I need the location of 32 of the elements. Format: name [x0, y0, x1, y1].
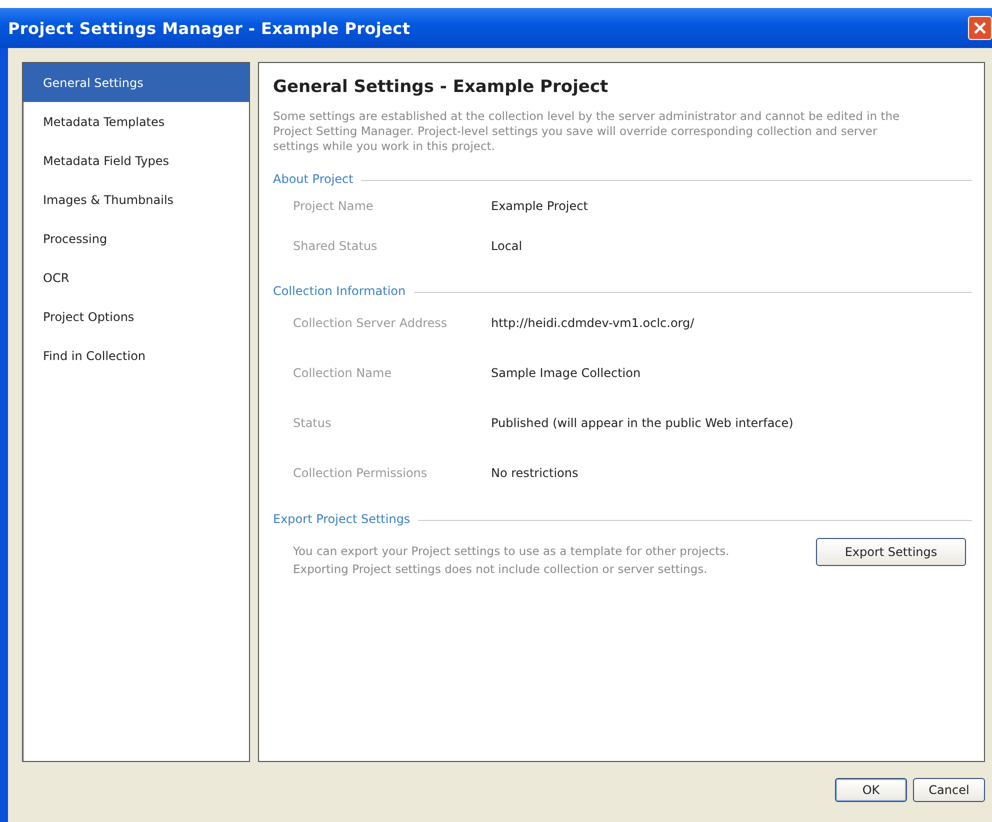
close-icon	[973, 21, 987, 35]
dialog-button[interactable]: OK	[835, 778, 907, 802]
field-value: Published (will appear in the public Web interface)	[491, 416, 794, 430]
field-label: Collection Server Address	[293, 316, 448, 330]
intro-text: Some settings are established at the collection level by the server administrator and cannot be edited in the Project Setting Manager. Project-level settings you save will override corresponding collection and server settings while you work in this project.	[273, 109, 901, 154]
sidebar-item[interactable]: Metadata Field Types	[23, 141, 249, 180]
sidebar-item[interactable]: Processing	[23, 219, 249, 258]
window-title: Project Settings Manager - Example Project	[8, 18, 410, 38]
field-label: Project Name	[293, 199, 374, 213]
sidebar-item[interactable]: Images & Thumbnails	[23, 180, 249, 219]
dialog-button[interactable]: Cancel	[913, 778, 985, 802]
sidebar-item[interactable]: Project Options	[23, 297, 249, 336]
field-label: Collection Name	[293, 366, 393, 380]
close-button[interactable]	[968, 16, 992, 40]
page-heading: General Settings - Example Project	[273, 77, 610, 97]
export-settings-button[interactable]: Export Settings	[816, 538, 966, 566]
section-title: About Project	[273, 172, 354, 186]
field-label: Shared Status	[293, 239, 378, 253]
sidebar-item[interactable]: Find in Collection	[23, 336, 249, 375]
section-title: Collection Information	[273, 284, 406, 298]
field-value: Sample Image Collection	[491, 366, 641, 380]
export-description: You can export your Project settings to use as a template for other projects. Exporting Project settings does not include collection or server settings.	[293, 543, 730, 578]
field-label: Collection Permissions	[293, 466, 428, 480]
field-value: No restrictions	[491, 466, 578, 480]
field-value: Local	[491, 239, 522, 253]
sidebar-item[interactable]: General Settings	[23, 63, 249, 102]
field-value: http://heidi.cdmdev-vm1.oclc.org/	[491, 316, 694, 330]
sidebar-item[interactable]: Metadata Templates	[23, 102, 249, 141]
section-title: Export Project Settings	[273, 512, 410, 526]
field-label: Status	[293, 416, 332, 430]
field-value: Example Project	[491, 199, 588, 213]
sidebar-item[interactable]: OCR	[23, 258, 249, 297]
